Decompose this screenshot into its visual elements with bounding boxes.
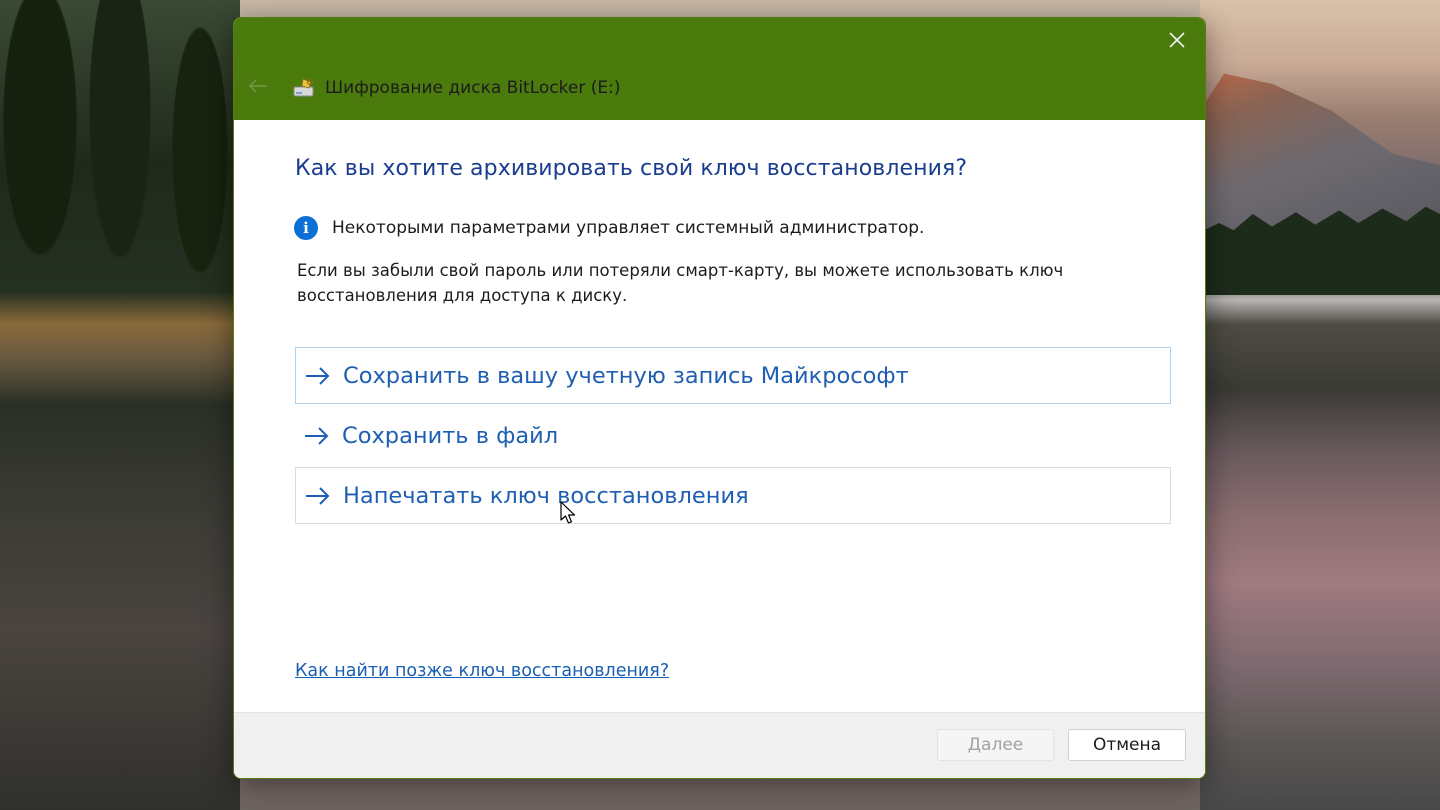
back-button[interactable] bbox=[246, 76, 270, 100]
admin-notice: i Некоторыми параметрами управляет систе… bbox=[294, 216, 924, 240]
titlebar: Шифрование диска BitLocker (E:) bbox=[234, 18, 1205, 120]
bitlocker-drive-icon bbox=[291, 76, 317, 102]
arrow-right-icon bbox=[305, 366, 331, 386]
arrow-right-icon bbox=[305, 486, 331, 506]
admin-notice-text: Некоторыми параметрами управляет системн… bbox=[332, 218, 925, 238]
window-title: Шифрование диска BitLocker (E:) bbox=[325, 78, 621, 98]
dialog-footer: Далее Отмена bbox=[234, 712, 1205, 778]
next-button[interactable]: Далее bbox=[937, 729, 1054, 761]
option-save-microsoft-account[interactable]: Сохранить в вашу учетную запись Майкросо… bbox=[295, 347, 1171, 404]
option-label: Напечатать ключ восстановления bbox=[343, 482, 749, 509]
option-print-recovery-key[interactable]: Напечатать ключ восстановления bbox=[295, 467, 1171, 524]
back-arrow-icon bbox=[248, 78, 268, 98]
close-button[interactable] bbox=[1159, 26, 1195, 58]
help-link-find-recovery-key[interactable]: Как найти позже ключ восстановления? bbox=[295, 661, 669, 681]
bitlocker-dialog: Шифрование диска BitLocker (E:) Как вы х… bbox=[233, 17, 1206, 779]
mouse-pointer-icon bbox=[560, 501, 576, 525]
page-heading: Как вы хотите архивировать свой ключ вос… bbox=[295, 156, 968, 181]
arrow-right-icon bbox=[304, 426, 330, 446]
close-icon bbox=[1168, 31, 1186, 53]
option-label: Сохранить в вашу учетную запись Майкросо… bbox=[343, 362, 909, 389]
cancel-button[interactable]: Отмена bbox=[1068, 729, 1186, 761]
dialog-content: Как вы хотите архивировать свой ключ вос… bbox=[234, 120, 1205, 712]
option-label: Сохранить в файл bbox=[342, 422, 559, 449]
description-text: Если вы забыли свой пароль или потеряли … bbox=[297, 261, 1064, 305]
info-icon: i bbox=[294, 216, 318, 240]
option-save-to-file[interactable]: Сохранить в файл bbox=[295, 407, 1171, 464]
wallpaper-forest bbox=[0, 0, 240, 810]
